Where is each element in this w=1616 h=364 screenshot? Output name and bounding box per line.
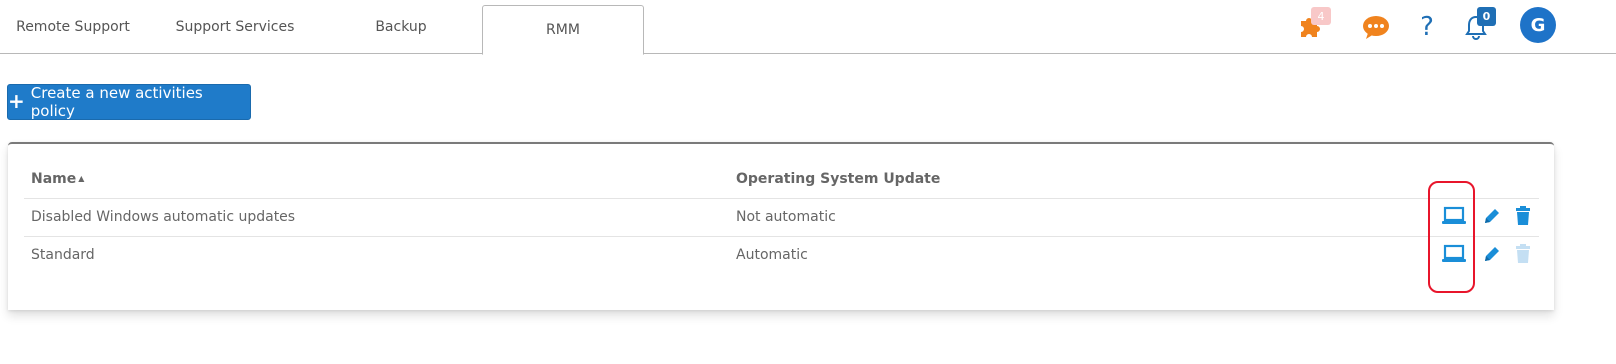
row1-name: Disabled Windows automatic updates: [31, 209, 296, 225]
column-header-name-label: Name: [31, 171, 77, 187]
create-policy-button[interactable]: + Create a new activities policy: [7, 84, 251, 120]
column-header-os-update[interactable]: Operating System Update: [736, 171, 940, 187]
top-navigation: Remote Support Support Services Backup R…: [0, 0, 1616, 55]
tab-rmm[interactable]: RMM: [482, 5, 644, 55]
chat-icon[interactable]: [1361, 13, 1391, 41]
row2-os-update: Automatic: [736, 247, 808, 263]
row1-delete-icon[interactable]: [1513, 205, 1533, 227]
tab-support-services[interactable]: Support Services: [160, 0, 310, 54]
row1-os-update: Not automatic: [736, 209, 836, 225]
notifications-badge: 0: [1477, 7, 1496, 26]
policies-panel: [8, 142, 1554, 310]
column-header-name[interactable]: Name ▲: [31, 171, 84, 187]
extensions-badge: 4: [1311, 7, 1331, 25]
sort-ascending-icon: ▲: [78, 174, 85, 183]
help-icon[interactable]: ?: [1416, 12, 1438, 42]
tab-backup[interactable]: Backup: [330, 0, 472, 54]
annotation-highlight: [1428, 181, 1475, 293]
row2-edit-icon[interactable]: [1481, 243, 1503, 265]
avatar[interactable]: G: [1520, 7, 1556, 43]
header-divider: [24, 198, 1539, 199]
tab-remote-support[interactable]: Remote Support: [0, 0, 146, 54]
create-policy-label: Create a new activities policy: [30, 84, 203, 120]
row2-delete-icon-disabled: [1513, 243, 1533, 265]
row-divider: [24, 236, 1539, 237]
row2-name: Standard: [31, 247, 95, 263]
plus-icon: +: [8, 89, 25, 113]
row1-edit-icon[interactable]: [1481, 205, 1503, 227]
